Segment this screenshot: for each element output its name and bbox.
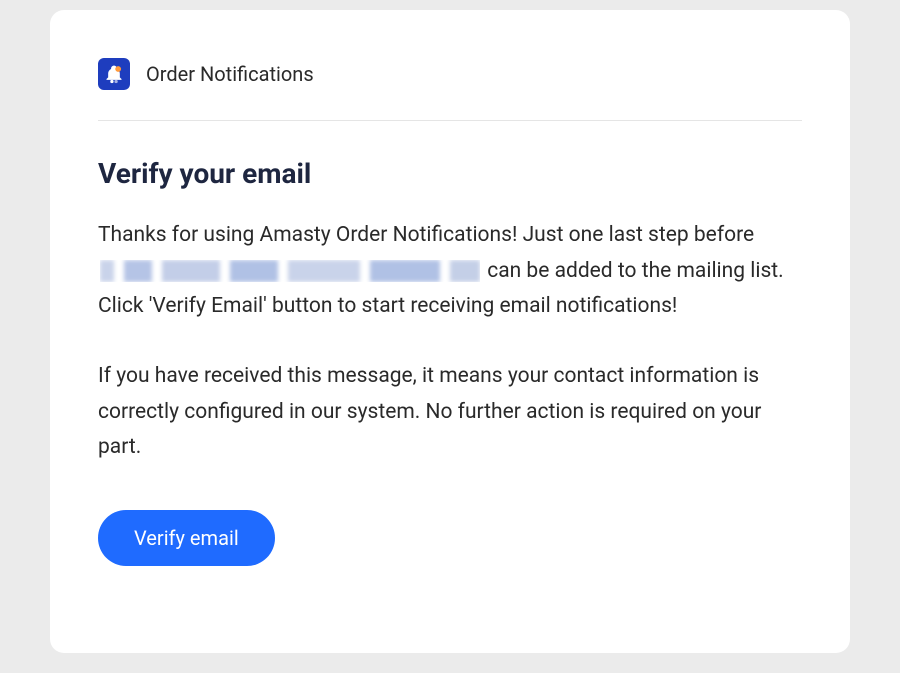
- page-title: Verify your email: [98, 157, 802, 190]
- bell-icon: [98, 58, 130, 90]
- redacted-email: [100, 260, 480, 282]
- verify-email-button[interactable]: Verify email: [98, 510, 275, 566]
- email-header: Order Notifications: [98, 58, 802, 121]
- intro-text-before: Thanks for using Amasty Order Notificati…: [98, 223, 754, 247]
- brand-label: Order Notifications: [146, 62, 314, 86]
- email-card: Order Notifications Verify your email Th…: [50, 10, 850, 653]
- intro-paragraph: Thanks for using Amasty Order Notificati…: [98, 218, 802, 325]
- info-paragraph: If you have received this message, it me…: [98, 359, 802, 466]
